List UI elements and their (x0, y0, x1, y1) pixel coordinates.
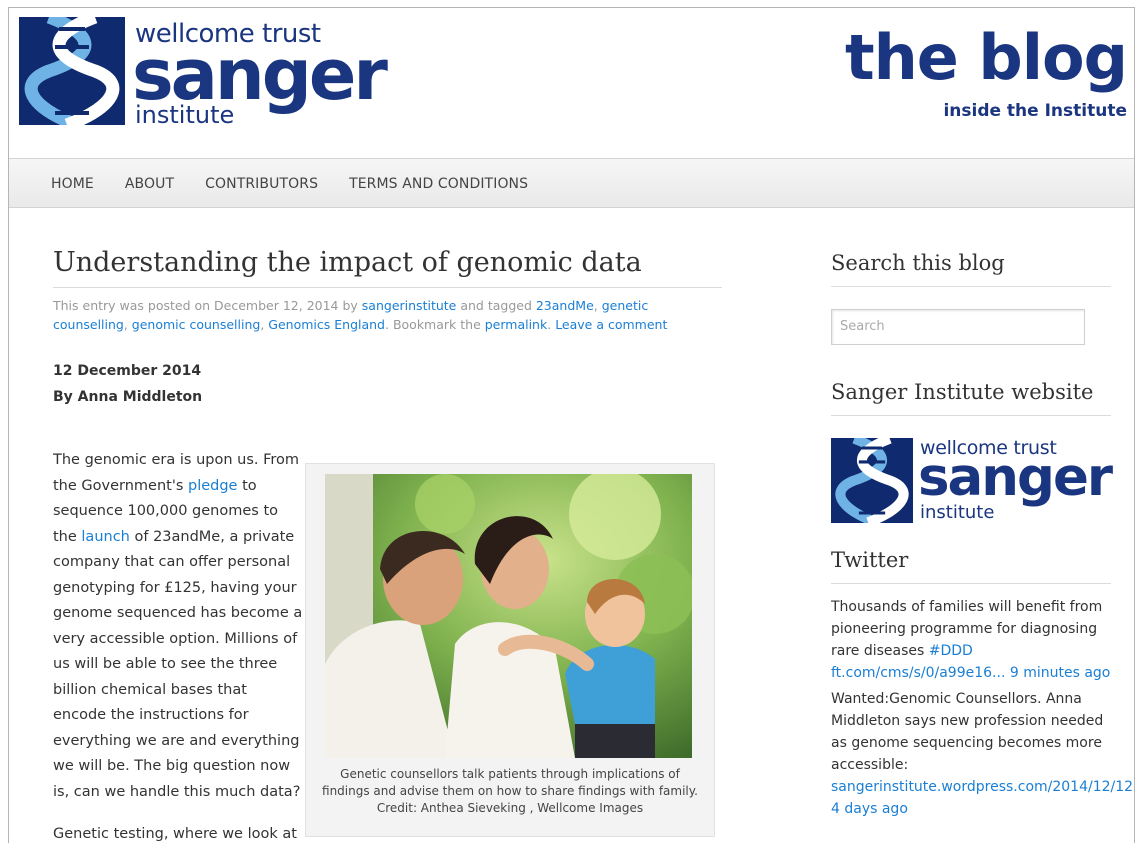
dna-helix-logo-icon (831, 438, 913, 523)
post-title[interactable]: Understanding the impact of genomic data (53, 243, 722, 288)
tweet-item: Thousands of families will benefit from … (831, 596, 1116, 684)
post-body: The genomic era is upon us. From the Gov… (53, 448, 303, 843)
leave-comment-link[interactable]: Leave a comment (555, 317, 667, 332)
tweet-text: Wanted:Genomic Counsellors. Anna Middlet… (831, 691, 1104, 773)
post-meta: This entry was posted on December 12, 20… (53, 298, 668, 332)
blog-title[interactable]: the blog (845, 18, 1128, 98)
search-widget-title: Search this blog (831, 246, 1111, 287)
tweet-list: Thousands of families will benefit from … (831, 596, 1133, 820)
meta-prefix: This entry was posted on December 12, 20… (53, 298, 362, 313)
browser-page: wellcome trust sanger institute the blog… (8, 7, 1135, 843)
logo-institute: institute (135, 101, 235, 129)
post-byline: By Anna Middleton (53, 389, 203, 405)
meta-tagged: and tagged (456, 298, 536, 313)
post-figure: Genetic counsellors talk patients throug… (305, 463, 715, 837)
logo-sanger: sanger (918, 447, 1113, 508)
blog-subtitle: inside the Institute (943, 101, 1127, 121)
site-header: wellcome trust sanger institute the blog… (9, 8, 1134, 158)
main-nav: HOME ABOUT CONTRIBUTORS TERMS AND CONDIT… (9, 158, 1134, 208)
nav-contributors[interactable]: CONTRIBUTORS (205, 176, 318, 192)
paragraph: The genomic era is upon us. From the Gov… (53, 448, 303, 805)
website-widget-title: Sanger Institute website (831, 375, 1111, 416)
sidebar: Search this blog Search Sanger Institute… (831, 246, 1133, 820)
meta-bookmark: . Bookmark the (385, 317, 485, 332)
text-run: The genomic era is upon us. From the Gov… (53, 452, 300, 494)
twitter-widget-title: Twitter (831, 543, 1111, 584)
post-content: Understanding the impact of genomic data… (53, 243, 723, 842)
sanger-website-logo[interactable]: wellcome trust sanger institute (831, 437, 1115, 523)
tweet-item: Wanted:Genomic Counsellors. Anna Middlet… (831, 688, 1133, 820)
text-run: of 23andMe, a private company that can o… (53, 528, 303, 800)
pledge-link[interactable]: pledge (188, 478, 237, 494)
sanger-logo[interactable]: wellcome trust sanger institute (19, 17, 388, 129)
tag-link[interactable]: 23andMe (536, 298, 594, 313)
tweet-link[interactable]: sangerinstitute.wordpress.com/2014/12/12… (831, 779, 1133, 817)
tag-link[interactable]: Genomics England (268, 317, 385, 332)
dna-helix-logo-icon (19, 17, 125, 125)
logo-institute: institute (920, 502, 995, 523)
nav-about[interactable]: ABOUT (125, 176, 174, 192)
nav-terms[interactable]: TERMS AND CONDITIONS (349, 176, 528, 192)
figure-caption: Genetic counsellors talk patients throug… (322, 767, 698, 815)
launch-link[interactable]: launch (81, 529, 129, 545)
family-photo[interactable] (325, 474, 692, 758)
tag-link[interactable]: genomic counselling (132, 317, 261, 332)
paragraph: Genetic testing, where we look at (53, 826, 297, 842)
post-date: 12 December 2014 (53, 363, 202, 379)
search-input[interactable]: Search (831, 309, 1085, 345)
author-link[interactable]: sangerinstitute (362, 298, 457, 313)
permalink-link[interactable]: permalink (485, 317, 548, 332)
nav-home[interactable]: HOME (51, 176, 94, 192)
